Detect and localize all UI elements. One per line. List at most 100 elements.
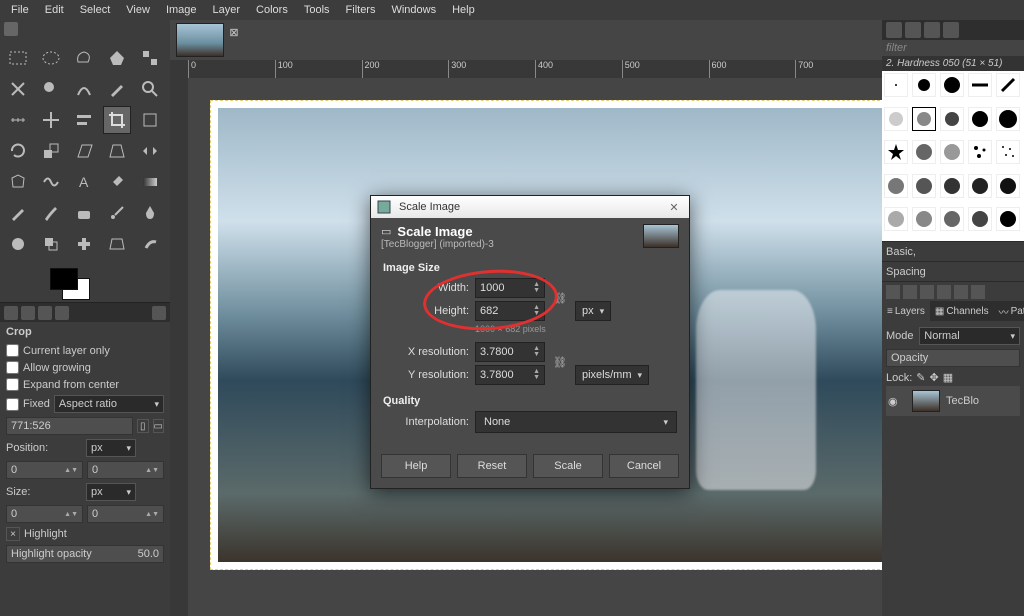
delete-brush-icon[interactable]: [937, 285, 951, 299]
toolbox-tab[interactable]: [4, 22, 18, 36]
ratio-portrait-icon[interactable]: ▯: [137, 419, 148, 433]
menu-filters[interactable]: Filters: [339, 2, 383, 18]
highlight-opacity-slider[interactable]: Highlight opacity50.0: [6, 545, 164, 563]
dialog-titlebar[interactable]: Scale Image ✕: [371, 196, 689, 218]
size-unit-select[interactable]: px▾: [575, 301, 611, 321]
opacity-slider[interactable]: Opacity: [886, 349, 1020, 367]
warp-tool[interactable]: [37, 168, 65, 196]
menu-tools[interactable]: Tools: [297, 2, 337, 18]
brush-item[interactable]: [996, 73, 1020, 97]
airbrush-tool[interactable]: [103, 199, 131, 227]
fixed-checkbox[interactable]: [6, 398, 19, 411]
layer-name[interactable]: TecBlo: [946, 395, 979, 407]
menu-select[interactable]: Select: [73, 2, 118, 18]
move-tool[interactable]: [37, 106, 65, 134]
brush-item[interactable]: [884, 207, 908, 231]
edit-brush-icon[interactable]: [886, 285, 900, 299]
images-tab[interactable]: [55, 306, 69, 320]
ellipse-select-tool[interactable]: [37, 44, 65, 72]
paths-tool[interactable]: [70, 75, 98, 103]
text-tool[interactable]: A: [70, 168, 98, 196]
current-layer-only-checkbox[interactable]: [6, 344, 19, 357]
help-button[interactable]: Help: [381, 454, 451, 478]
patterns-tab-icon[interactable]: [905, 22, 921, 38]
lock-pixels-icon[interactable]: ✎: [916, 371, 925, 384]
interpolation-select[interactable]: None▾: [475, 411, 677, 433]
tab-paths[interactable]: 〰 Path: [994, 301, 1024, 321]
position-x-input[interactable]: 0▲▼: [6, 461, 83, 479]
image-tab[interactable]: ⊠: [176, 23, 224, 57]
tab-layers[interactable]: ≡ Layers: [882, 301, 930, 321]
highlight-close-icon[interactable]: ×: [6, 527, 20, 541]
blend-mode-select[interactable]: Normal▾: [919, 327, 1020, 345]
brush-item[interactable]: [996, 174, 1020, 198]
brush-item[interactable]: [940, 207, 964, 231]
layer-visibility-icon[interactable]: ◉: [888, 395, 906, 408]
measure-tool[interactable]: [4, 106, 32, 134]
ruler-horizontal[interactable]: 0 100 200 300 400 500 600 700: [188, 60, 882, 78]
brush-item[interactable]: [912, 73, 936, 97]
size-h-input[interactable]: 0▲▼: [87, 505, 164, 523]
position-y-input[interactable]: 0▲▼: [87, 461, 164, 479]
pencil-tool[interactable]: [4, 199, 32, 227]
crop-tool[interactable]: [103, 106, 131, 134]
duplicate-brush-icon[interactable]: [920, 285, 934, 299]
menu-colors[interactable]: Colors: [249, 2, 295, 18]
brush-item[interactable]: [968, 207, 992, 231]
by-color-select-tool[interactable]: [136, 44, 164, 72]
rect-select-tool[interactable]: [4, 44, 32, 72]
smudge-tool[interactable]: [136, 230, 164, 258]
unified-transform-tool[interactable]: [136, 106, 164, 134]
foreground-color[interactable]: [50, 268, 78, 290]
history-tab-icon[interactable]: [943, 22, 959, 38]
open-as-image-icon[interactable]: [971, 285, 985, 299]
bucket-fill-tool[interactable]: [103, 168, 131, 196]
brush-item[interactable]: [884, 174, 908, 198]
xres-input[interactable]: 3.7800▲▼: [475, 342, 545, 362]
tab-menu-icon[interactable]: [152, 306, 166, 320]
scissors-tool[interactable]: [4, 75, 32, 103]
brush-item-selected[interactable]: [912, 107, 936, 131]
yres-input[interactable]: 3.7800▲▼: [475, 365, 545, 385]
align-tool[interactable]: [70, 106, 98, 134]
ruler-vertical[interactable]: [170, 78, 188, 616]
brush-item[interactable]: [996, 107, 1020, 131]
cage-tool[interactable]: [4, 168, 32, 196]
tool-options-tab[interactable]: [4, 306, 18, 320]
layer-row[interactable]: ◉ TecBlo: [886, 386, 1020, 416]
refresh-brush-icon[interactable]: [954, 285, 968, 299]
menu-layer[interactable]: Layer: [206, 2, 248, 18]
foreground-select-tool[interactable]: [37, 75, 65, 103]
menu-edit[interactable]: Edit: [38, 2, 71, 18]
fonts-tab-icon[interactable]: [924, 22, 940, 38]
brush-item[interactable]: [968, 73, 992, 97]
menu-windows[interactable]: Windows: [384, 2, 443, 18]
eraser-tool[interactable]: [70, 199, 98, 227]
res-unit-select[interactable]: pixels/mm▾: [575, 365, 649, 385]
reset-button[interactable]: Reset: [457, 454, 527, 478]
expand-from-center-checkbox[interactable]: [6, 378, 19, 391]
heal-tool[interactable]: [70, 230, 98, 258]
brush-item[interactable]: [912, 174, 936, 198]
flip-tool[interactable]: [136, 137, 164, 165]
brush-item[interactable]: [996, 207, 1020, 231]
device-status-tab[interactable]: [21, 306, 35, 320]
ratio-landscape-icon[interactable]: ▭: [153, 419, 164, 433]
perspective-clone-tool[interactable]: [103, 230, 131, 258]
new-brush-icon[interactable]: [903, 285, 917, 299]
brush-filter-input[interactable]: filter: [882, 40, 1024, 56]
brush-item[interactable]: [912, 140, 936, 164]
width-input[interactable]: 1000▲▼: [475, 278, 545, 298]
gradient-tool[interactable]: [136, 168, 164, 196]
brush-item[interactable]: [912, 207, 936, 231]
lock-alpha-icon[interactable]: ▦: [943, 371, 953, 384]
menu-file[interactable]: File: [4, 2, 36, 18]
brush-spacing-row[interactable]: Spacing: [882, 261, 1024, 281]
brush-item[interactable]: [940, 140, 964, 164]
fuzzy-select-tool[interactable]: [103, 44, 131, 72]
brushes-tab-icon[interactable]: [886, 22, 902, 38]
brush-item[interactable]: [940, 174, 964, 198]
brush-item[interactable]: [996, 140, 1020, 164]
cancel-button[interactable]: Cancel: [609, 454, 679, 478]
menu-help[interactable]: Help: [445, 2, 482, 18]
